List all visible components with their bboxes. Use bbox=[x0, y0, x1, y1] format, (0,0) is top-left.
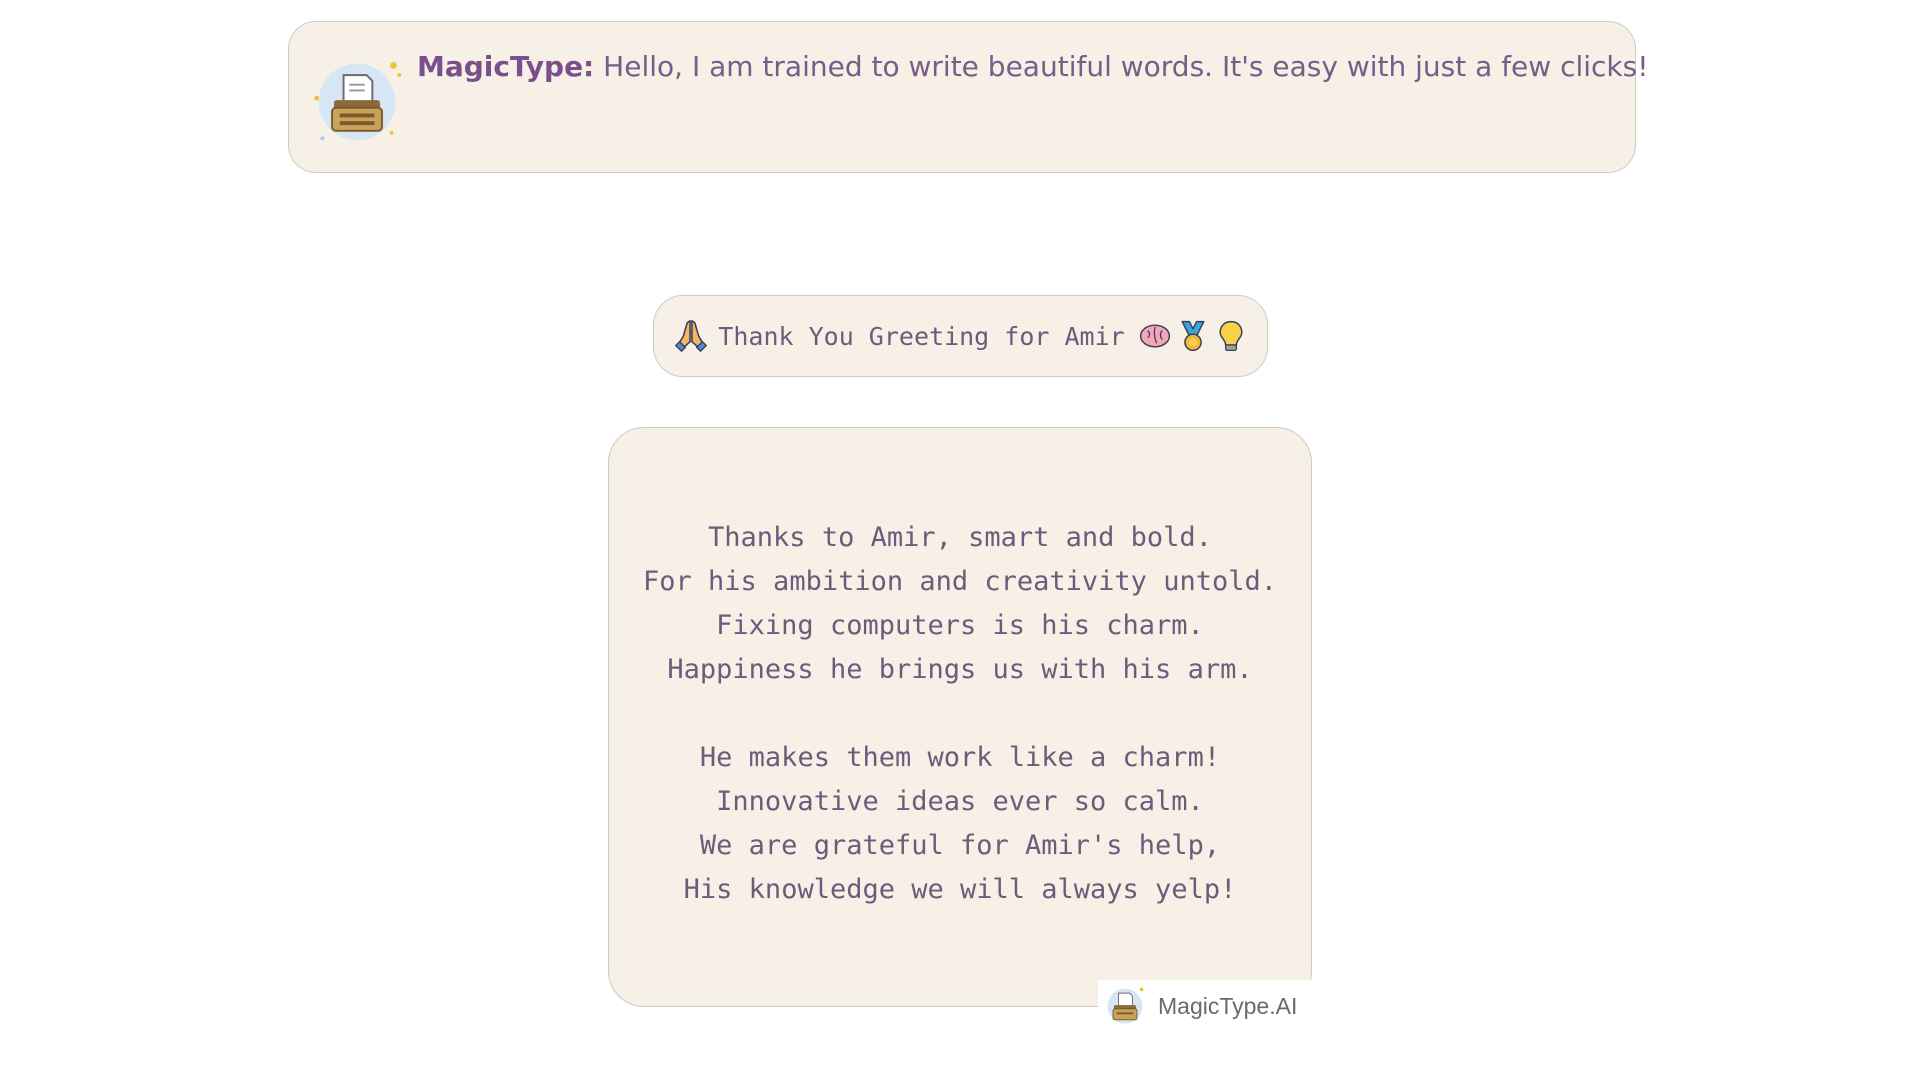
watermark-text: MagicType.AI bbox=[1158, 992, 1298, 1019]
poem-line: For his ambition and creativity untold. bbox=[643, 566, 1277, 597]
poem-line: Fixing computers is his charm. bbox=[716, 610, 1204, 641]
medal-icon bbox=[1181, 320, 1205, 352]
lightbulb-icon bbox=[1219, 320, 1243, 352]
poem-line: He makes them work like a charm! bbox=[699, 742, 1221, 773]
poem-line: Thanks to Amir, smart and bold. bbox=[708, 522, 1212, 553]
folded-hands-icon bbox=[675, 320, 708, 353]
poem-line: Innovative ideas ever so calm. bbox=[716, 786, 1204, 817]
greeting-title: Thank You Greeting for Amir bbox=[718, 321, 1125, 351]
intro-message-bubble: MagicType: Hello, I am trained to write … bbox=[288, 21, 1648, 173]
poem-line: His knowledge we will always yelp! bbox=[683, 874, 1237, 905]
magictype-watermark: MagicType.AI bbox=[1098, 980, 1312, 1032]
poem-line: We are grateful for Amir's help, bbox=[699, 830, 1221, 861]
greeting-title-pill: Thank You Greeting for Amir bbox=[653, 295, 1268, 377]
assistant-name: MagicType: bbox=[417, 50, 595, 83]
brain-icon bbox=[1139, 324, 1170, 348]
poem-text: Thanks to Amir, smart and bold. For his … bbox=[609, 516, 1311, 912]
typewriter-icon bbox=[1107, 987, 1144, 1024]
intro-message: Hello, I am trained to write beautiful w… bbox=[594, 50, 1649, 83]
poem-card: Thanks to Amir, smart and bold. For his … bbox=[608, 427, 1312, 1007]
intro-text: MagicType: Hello, I am trained to write … bbox=[417, 49, 1648, 85]
typewriter-icon bbox=[314, 62, 402, 141]
stanza-break bbox=[609, 692, 1311, 736]
poem-line: Happiness he brings us with his arm. bbox=[667, 654, 1253, 685]
